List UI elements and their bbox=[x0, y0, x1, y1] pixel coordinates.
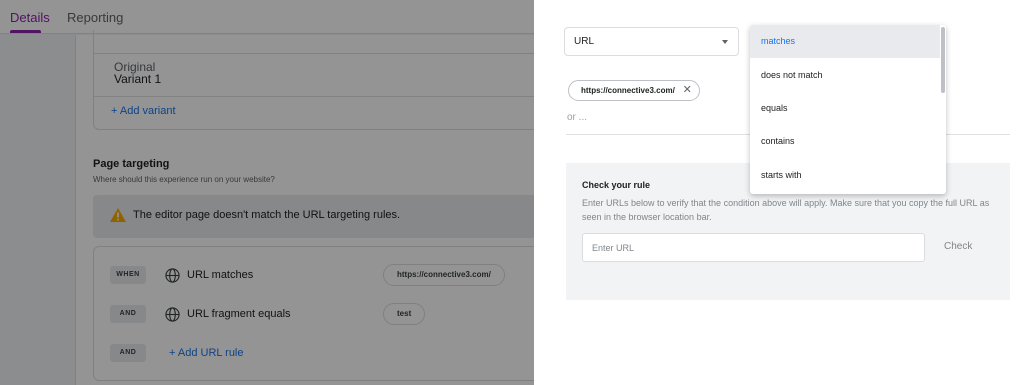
check-button[interactable]: Check bbox=[944, 241, 972, 252]
dropdown-scrollbar[interactable] bbox=[941, 27, 945, 93]
dropdown-option-contains[interactable]: contains bbox=[750, 125, 940, 158]
check-rule-description: Enter URLs below to verify that the cond… bbox=[582, 198, 990, 222]
or-input[interactable]: or ... bbox=[567, 112, 587, 123]
dropdown-option-starts-with[interactable]: starts with bbox=[750, 159, 940, 192]
rule-editor-panel: URL https://connective3.com/ ✕ or ... Ch… bbox=[534, 0, 1024, 385]
dropdown-option-does-not-match[interactable]: does not match bbox=[750, 59, 940, 92]
chevron-down-icon bbox=[722, 40, 728, 44]
attribute-select-value: URL bbox=[574, 36, 595, 47]
check-rule-title: Check your rule bbox=[582, 180, 651, 190]
dropdown-option-matches[interactable]: matches bbox=[750, 25, 940, 58]
url-value-text: https://connective3.com/ bbox=[581, 86, 675, 95]
close-icon[interactable]: ✕ bbox=[683, 81, 692, 100]
match-type-dropdown: matches does not match equals contains s… bbox=[750, 25, 946, 194]
attribute-select[interactable]: URL bbox=[564, 27, 739, 56]
url-value-chip[interactable]: https://connective3.com/ ✕ bbox=[568, 80, 700, 101]
check-url-input[interactable] bbox=[582, 233, 925, 262]
dropdown-option-equals[interactable]: equals bbox=[750, 92, 940, 125]
modal-backdrop[interactable] bbox=[0, 0, 534, 385]
